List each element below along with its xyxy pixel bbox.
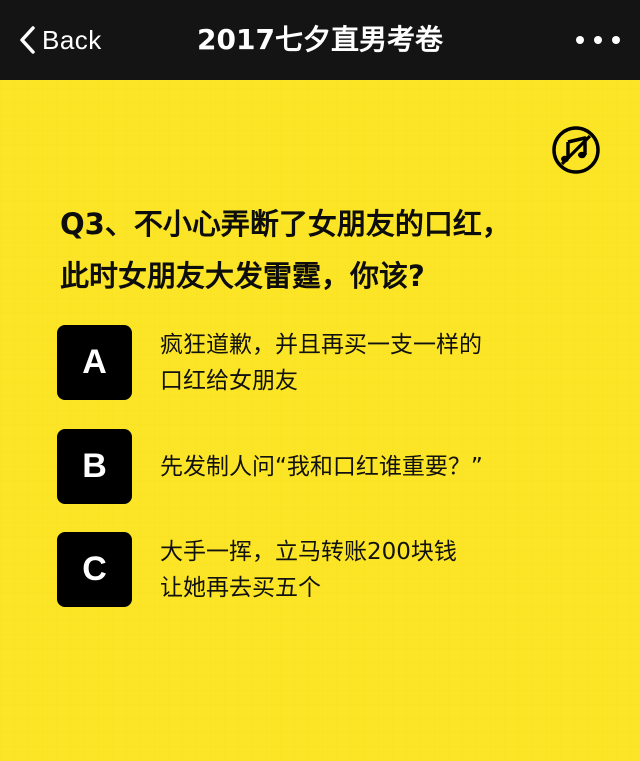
question-line-2: 此时女朋友大发雷霆，你该? xyxy=(60,259,425,293)
option-text: 疯狂道歉，并且再买一支一样的 口红给女朋友 xyxy=(160,327,600,399)
option-text-line: 大手一挥，立马转账200块钱 xyxy=(160,539,457,565)
music-toggle-button[interactable] xyxy=(551,125,601,175)
question-line-1: Q3、不小心弄断了女朋友的口红， xyxy=(60,207,511,241)
option-c[interactable]: C 大手一挥，立马转账200块钱 让她再去买五个 xyxy=(57,532,617,607)
option-b[interactable]: B 先发制人问“我和口红谁重要？” xyxy=(57,429,617,504)
more-dot xyxy=(576,36,584,44)
back-button[interactable]: Back xyxy=(18,22,102,58)
more-dots-icon[interactable] xyxy=(576,28,620,52)
music-note-icon xyxy=(552,126,600,174)
more-dot xyxy=(594,36,602,44)
option-letter-box: B xyxy=(57,429,132,504)
option-text: 大手一挥，立马转账200块钱 让她再去买五个 xyxy=(160,534,600,606)
quiz-content: Q3、不小心弄断了女朋友的口红， 此时女朋友大发雷霆，你该? A 疯狂道歉，并且… xyxy=(0,80,640,761)
option-letter-box: A xyxy=(57,325,132,400)
option-letter-box: C xyxy=(57,532,132,607)
option-text: 先发制人问“我和口红谁重要？” xyxy=(160,449,600,485)
back-label: Back xyxy=(42,24,102,55)
question-text: Q3、不小心弄断了女朋友的口红， 此时女朋友大发雷霆，你该? xyxy=(60,198,600,302)
option-text-line: 先发制人问“我和口红谁重要？” xyxy=(160,454,483,480)
option-text-line: 让她再去买五个 xyxy=(160,575,321,601)
option-a[interactable]: A 疯狂道歉，并且再买一支一样的 口红给女朋友 xyxy=(57,325,617,400)
nav-bar: Back 2017七夕直男考卷 xyxy=(0,0,640,80)
more-dot xyxy=(612,36,620,44)
chevron-left-icon xyxy=(20,26,35,54)
screen: Back 2017七夕直男考卷 Q3、不小心弄断了女朋友的口红， 此时女朋友大发… xyxy=(0,0,640,761)
option-text-line: 疯狂道歉，并且再买一支一样的 xyxy=(160,332,482,358)
option-text-line: 口红给女朋友 xyxy=(160,368,298,394)
